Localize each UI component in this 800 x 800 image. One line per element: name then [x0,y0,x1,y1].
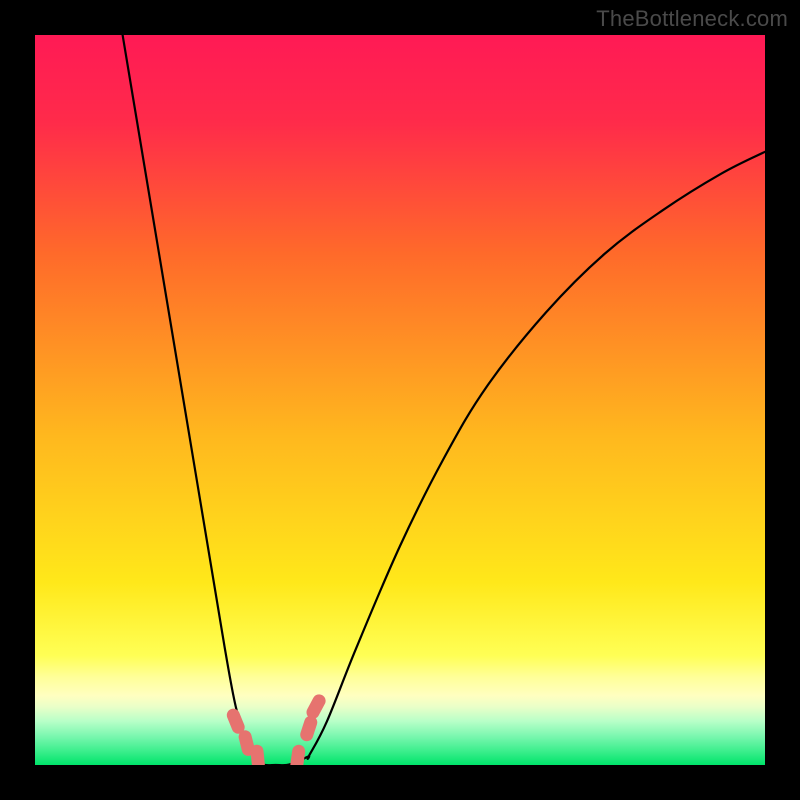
gradient-background [35,35,765,765]
bottleneck-curve-chart [35,35,765,765]
chart-frame: TheBottleneck.com [0,0,800,800]
plot-area [35,35,765,765]
watermark-text: TheBottleneck.com [596,6,788,32]
